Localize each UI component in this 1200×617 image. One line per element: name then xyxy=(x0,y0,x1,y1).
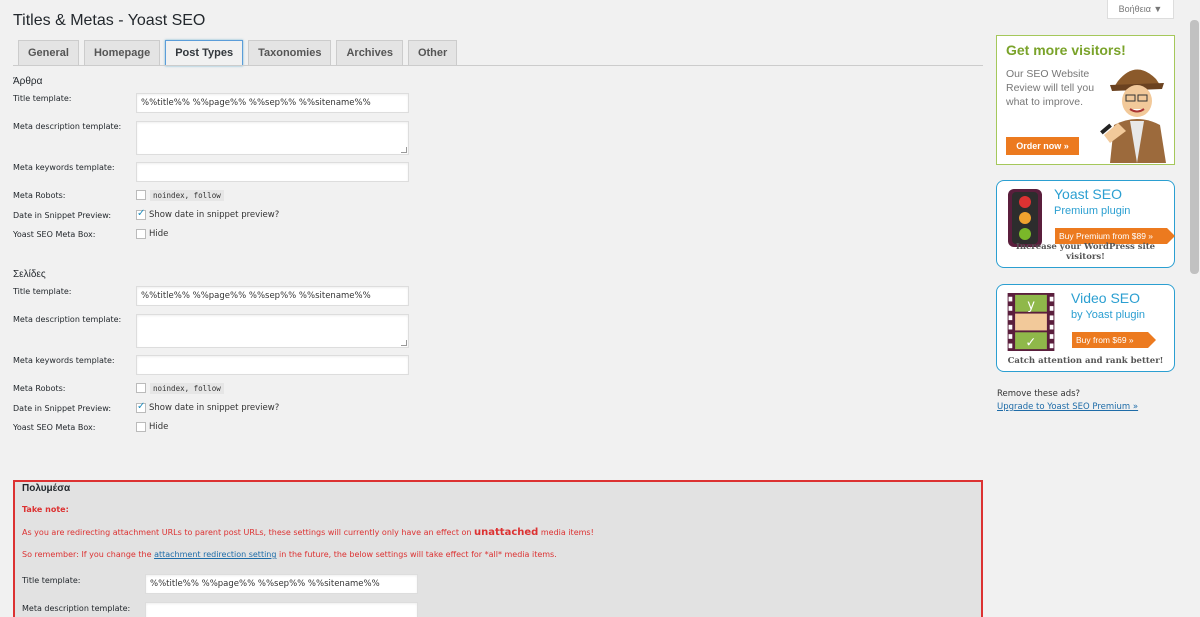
tab-bar: General Homepage Post Types Taxonomies A… xyxy=(18,40,462,66)
metabox-label: Yoast SEO Meta Box: xyxy=(13,230,96,239)
posts-meta-keywords-input[interactable] xyxy=(136,162,409,182)
pages-title-template-input[interactable]: %%title%% %%page%% %%sep%% %%sitename%% xyxy=(136,286,409,306)
attachment-remember-text: So remember: If you change the attachmen… xyxy=(22,550,557,559)
ad-tagline: Increase your WordPress site visitors! xyxy=(1015,242,1156,262)
ad-subtitle: by Yoast plugin xyxy=(1071,309,1146,321)
help-button[interactable]: Βοήθεια ▼ xyxy=(1107,0,1174,19)
date-snippet-checkbox-label: Show date in snippet preview? xyxy=(149,210,280,220)
resize-grip-icon[interactable] xyxy=(401,147,407,153)
date-snippet-label: Date in Snippet Preview: xyxy=(13,211,112,220)
meta-keywords-label: Meta keywords template: xyxy=(13,163,115,172)
ad-tagline: Catch attention and rank better! xyxy=(1007,356,1164,366)
svg-text:y: y xyxy=(1027,298,1035,313)
upgrade-premium-link[interactable]: Upgrade to Yoast SEO Premium » xyxy=(997,402,1138,412)
resize-grip-icon[interactable] xyxy=(401,340,407,346)
ad-body-text: Our SEO Website Review will tell you wha… xyxy=(1006,68,1095,108)
meta-robots-label: Meta Robots: xyxy=(13,191,66,200)
metabox-label: Yoast SEO Meta Box: xyxy=(13,423,96,432)
title-template-label: Title template: xyxy=(22,576,81,585)
meta-robots-label: Meta Robots: xyxy=(13,384,66,393)
video-seo-ad[interactable]: y ✓ Video SEO by Yoast plugin Buy from $… xyxy=(996,284,1175,372)
detective-illustration-icon xyxy=(1100,69,1166,163)
scrollbar-thumb[interactable] xyxy=(1190,20,1199,274)
ad-subtitle: Premium plugin xyxy=(1054,205,1131,217)
posts-meta-robots-checkbox[interactable] xyxy=(136,190,146,200)
section-title-posts: Άρθρα xyxy=(13,76,43,87)
video-film-icon: y ✓ xyxy=(1007,293,1055,351)
date-snippet-checkbox-label: Show date in snippet preview? xyxy=(149,403,280,413)
order-now-button[interactable]: Order now » xyxy=(1006,137,1079,155)
posts-meta-description-textarea[interactable] xyxy=(136,121,409,155)
section-title-media: Πολυμέσα xyxy=(22,483,71,494)
section-title-pages: Σελίδες xyxy=(13,269,46,280)
ad-headline: Get more visitors! xyxy=(1006,42,1126,58)
pages-meta-robots-checkbox[interactable] xyxy=(136,383,146,393)
take-note-label: Take note: xyxy=(22,505,69,514)
media-title-template-input[interactable]: %%title%% %%page%% %%sep%% %%sitename%% xyxy=(145,574,418,594)
seo-review-ad[interactable]: Get more visitors! Our SEO Website Revie… xyxy=(996,35,1175,165)
media-meta-description-textarea[interactable] xyxy=(145,602,418,617)
ad-title: Video SEO xyxy=(1071,290,1141,306)
tab-post-types[interactable]: Post Types xyxy=(165,40,244,66)
remove-ads-label: Remove these ads? xyxy=(997,389,1081,399)
tab-other[interactable]: Other xyxy=(407,40,458,65)
meta-robots-value: noindex, follow xyxy=(150,190,224,201)
metabox-hide-label: Hide xyxy=(149,422,169,432)
premium-plugin-ad[interactable]: Yoast SEO Premium plugin Buy Premium fro… xyxy=(996,180,1176,268)
buy-video-seo-button[interactable]: Buy from $69 » xyxy=(1072,332,1156,348)
tab-divider xyxy=(13,65,983,66)
tab-archives[interactable]: Archives xyxy=(336,40,403,65)
title-template-label: Title template: xyxy=(13,287,72,296)
meta-robots-value: noindex, follow xyxy=(150,383,224,394)
posts-date-snippet-checkbox[interactable] xyxy=(136,208,146,220)
meta-description-label: Meta description template: xyxy=(22,604,131,613)
meta-description-label: Meta description template: xyxy=(13,122,122,131)
title-template-label: Title template: xyxy=(13,94,72,103)
tab-homepage[interactable]: Homepage xyxy=(83,40,161,65)
tab-taxonomies[interactable]: Taxonomies xyxy=(248,40,332,65)
tab-general[interactable]: General xyxy=(18,40,79,65)
posts-metabox-hide-checkbox[interactable] xyxy=(136,229,146,239)
attachment-warning-text: As you are redirecting attachment URLs t… xyxy=(22,527,594,538)
media-section: Πολυμέσα Take note: As you are redirecti… xyxy=(13,480,983,617)
traffic-light-icon xyxy=(1008,189,1042,247)
pages-meta-keywords-input[interactable] xyxy=(136,355,409,375)
pages-date-snippet-checkbox[interactable] xyxy=(136,401,146,413)
date-snippet-label: Date in Snippet Preview: xyxy=(13,404,112,413)
posts-title-template-input[interactable]: %%title%% %%page%% %%sep%% %%sitename%% xyxy=(136,93,409,113)
pages-meta-description-textarea[interactable] xyxy=(136,314,409,348)
meta-description-label: Meta description template: xyxy=(13,315,122,324)
meta-keywords-label: Meta keywords template: xyxy=(13,356,115,365)
ad-title: Yoast SEO xyxy=(1054,186,1122,202)
attachment-redirection-link[interactable]: attachment redirection setting xyxy=(154,550,276,559)
metabox-hide-label: Hide xyxy=(149,229,169,239)
page-title: Titles & Metas - Yoast SEO xyxy=(13,12,206,29)
pages-metabox-hide-checkbox[interactable] xyxy=(136,422,146,432)
svg-text:✓: ✓ xyxy=(1025,335,1036,350)
